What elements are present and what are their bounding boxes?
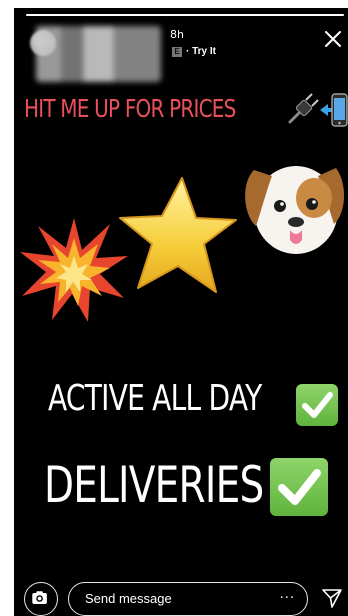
account-badge: E [172, 46, 182, 57]
more-options-button[interactable]: ··· [280, 591, 295, 606]
story-progress-bar [26, 14, 344, 16]
close-icon[interactable] [322, 28, 344, 50]
send-icon[interactable] [320, 586, 344, 610]
screen: 8h E · Try It HIT ME UP FOR PRICES ACTIV… [0, 0, 348, 616]
sponsor-row: E · Try It [172, 46, 216, 57]
check-mark-icon [296, 384, 338, 426]
dog-face-icon [245, 166, 345, 254]
plug-icon [288, 93, 319, 124]
phone-arrow-icon [320, 93, 348, 127]
camera-button[interactable] [24, 582, 58, 616]
message-placeholder: Send message [85, 591, 172, 606]
story-progress-fill [26, 14, 344, 16]
post-time: 8h [170, 28, 184, 41]
camera-icon [32, 591, 47, 604]
active-all-day-text: ACTIVE ALL DAY [48, 378, 262, 419]
deliveries-text: DELIVERIES [44, 456, 264, 514]
headline-text: HIT ME UP FOR PRICES [24, 94, 236, 123]
star-icon [119, 177, 237, 293]
try-it-link[interactable]: · Try It [186, 46, 216, 57]
send-message-input[interactable]: Send message ··· [68, 582, 308, 616]
story-view[interactable]: 8h E · Try It HIT ME UP FOR PRICES ACTIV… [14, 8, 348, 616]
check-mark-icon [270, 458, 328, 516]
account-name-blurred[interactable] [36, 26, 161, 82]
explosion-icon [20, 218, 128, 322]
